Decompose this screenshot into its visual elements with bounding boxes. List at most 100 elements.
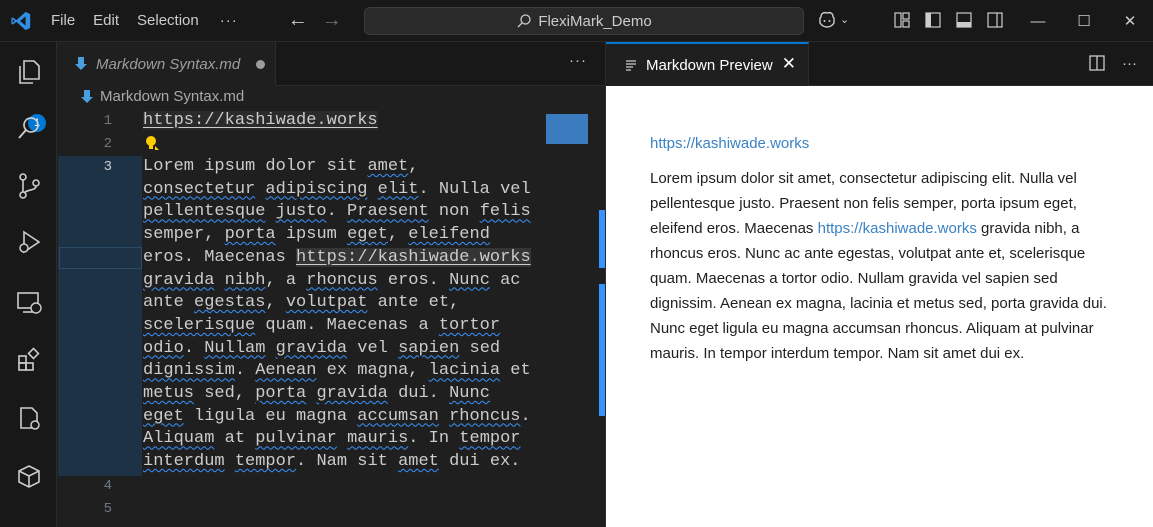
- code-text: ante et,: [367, 293, 460, 313]
- code-text: dui ex.: [438, 452, 521, 472]
- unsaved-dot-icon[interactable]: [256, 60, 265, 69]
- spelling-squiggle: scelerisque: [143, 315, 256, 335]
- tab-markdown-preview[interactable]: Markdown Preview ✕: [606, 42, 809, 86]
- maximize-icon[interactable]: ☐: [1061, 0, 1107, 42]
- menu-edit[interactable]: Edit: [84, 6, 128, 36]
- minimap[interactable]: [546, 114, 588, 144]
- tab-label: Markdown Syntax.md: [96, 55, 241, 73]
- code-inline-link[interactable]: https://kashiwade.works: [296, 247, 531, 267]
- extensions-icon[interactable]: [13, 344, 45, 376]
- command-center-search[interactable]: FlexiMark_Demo: [364, 7, 804, 35]
- preview-group: Markdown Preview ✕ ··· https://kashiwade…: [605, 42, 1153, 527]
- code-editor[interactable]: 1 2 3 4 5 https://kashiwade.works Lorem …: [58, 110, 605, 527]
- markdown-file-icon: [81, 89, 93, 103]
- search-icon[interactable]: [13, 112, 45, 144]
- testing-icon[interactable]: [13, 402, 45, 434]
- code-text: sed: [459, 338, 501, 358]
- spelling-squiggle: Nullam: [204, 338, 266, 358]
- code-text: ligula eu magna: [183, 406, 358, 426]
- spelling-squiggle: rhoncus: [449, 406, 521, 426]
- tab-markdown-syntax[interactable]: Markdown Syntax.md: [58, 42, 276, 86]
- navigation-arrows: ← →: [288, 9, 342, 32]
- code-text: ,: [387, 225, 409, 245]
- code-text: semper,: [143, 225, 225, 245]
- back-arrow-icon[interactable]: ←: [288, 9, 308, 32]
- spelling-squiggle: amet: [367, 157, 409, 176]
- customize-layout-icon[interactable]: [893, 11, 911, 29]
- code-text: .: [234, 361, 256, 381]
- toggle-secondary-sidebar-icon[interactable]: [986, 11, 1004, 29]
- code-text: quam. Maecenas a: [255, 315, 439, 335]
- markdown-file-icon: [75, 57, 87, 70]
- preview-more-button[interactable]: ···: [1122, 55, 1137, 72]
- code-link[interactable]: https://kashiwade.works: [143, 111, 378, 130]
- spelling-squiggle: porta: [255, 384, 307, 403]
- spelling-squiggle: pellentesque: [143, 202, 266, 222]
- code-text: sed,: [194, 384, 256, 403]
- code-text: eros.: [377, 270, 450, 290]
- preview-link[interactable]: https://kashiwade.works: [650, 135, 809, 152]
- toggle-primary-sidebar-icon[interactable]: [924, 11, 942, 29]
- spelling-squiggle: tempor: [459, 429, 521, 449]
- remote-explorer-icon[interactable]: [13, 286, 45, 318]
- minimize-icon[interactable]: —: [1015, 0, 1061, 42]
- run-debug-icon[interactable]: [13, 226, 45, 258]
- spelling-squiggle: metus: [143, 384, 195, 403]
- source-control-icon[interactable]: [13, 170, 45, 202]
- code-wrapped-line: eros. Maecenas https://kashiwade.works: [143, 247, 531, 267]
- breadcrumb-file[interactable]: Markdown Syntax.md: [100, 88, 244, 105]
- code-wrapped-line: Aliquam at pulvinar mauris. In tempor: [143, 429, 521, 448]
- spelling-squiggle: pulvinar: [255, 429, 337, 449]
- code-text: .: [183, 338, 205, 358]
- menu-file[interactable]: File: [42, 6, 84, 36]
- chevron-down-icon: ⌄: [840, 13, 850, 26]
- spelling-squiggle: justo: [275, 202, 327, 222]
- spelling-squiggle: eget: [143, 406, 184, 426]
- current-line-highlight: [59, 247, 142, 269]
- code-text: , a: [265, 270, 307, 290]
- code-wrapped-line: dignissim. Aenean ex magna, lacinia et: [143, 361, 531, 380]
- command-center-text: FlexiMark_Demo: [538, 12, 652, 30]
- copilot-button[interactable]: ⌄: [817, 10, 849, 28]
- forward-arrow-icon[interactable]: →: [322, 9, 342, 32]
- line-number: 4: [103, 478, 112, 494]
- lightbulb-icon[interactable]: [143, 134, 161, 154]
- spelling-squiggle: egestas: [194, 293, 266, 313]
- preview-icon: [626, 60, 636, 71]
- code-text: ante: [143, 293, 195, 313]
- activity-bar: 1: [0, 42, 57, 527]
- code-text: .: [520, 406, 531, 426]
- spelling-squiggle: elit: [377, 179, 419, 199]
- line-number: 2: [103, 136, 112, 152]
- code-text: Lorem ipsum dolor sit: [143, 157, 368, 176]
- explorer-icon[interactable]: [13, 56, 45, 88]
- toggle-panel-icon[interactable]: [955, 11, 973, 29]
- spelling-squiggle: gravida: [275, 338, 348, 358]
- split-editor-icon[interactable]: [1088, 54, 1106, 72]
- code-line-1: https://kashiwade.works: [143, 111, 378, 130]
- code-text: non: [428, 202, 480, 222]
- breadcrumb[interactable]: Markdown Syntax.md: [80, 88, 244, 105]
- code-text: at: [214, 429, 256, 449]
- editor-more-button[interactable]: ···: [569, 52, 587, 69]
- code-text: ipsum: [275, 225, 348, 245]
- close-window-icon[interactable]: ✕: [1107, 0, 1153, 42]
- code-text: vel: [347, 338, 399, 358]
- spelling-squiggle: gravida: [143, 270, 215, 290]
- code-wrapped-line: ante egestas, volutpat ante et,: [143, 293, 459, 312]
- code-text: ex magna,: [316, 361, 429, 381]
- package-icon[interactable]: [13, 460, 45, 492]
- code-wrapped-line: Lorem ipsum dolor sit amet,: [143, 157, 418, 176]
- menu-selection[interactable]: Selection: [128, 6, 208, 36]
- close-icon[interactable]: ✕: [782, 54, 796, 74]
- code-text: ,: [265, 293, 286, 313]
- vscode-logo-icon: [0, 0, 42, 42]
- spelling-squiggle: rhoncus: [306, 270, 378, 290]
- menu-more-button[interactable]: ···: [208, 12, 250, 29]
- preview-inline-link[interactable]: https://kashiwade.works: [818, 220, 977, 237]
